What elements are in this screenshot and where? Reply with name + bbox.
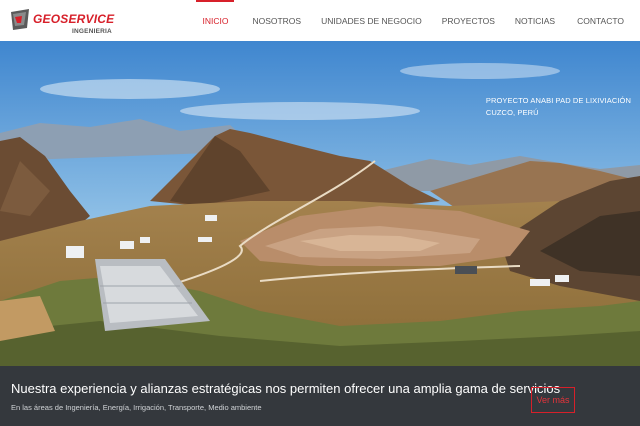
nav-item-noticias[interactable]: NOTICIAS <box>505 0 565 41</box>
nav-item-inicio[interactable]: INICIO <box>188 0 242 41</box>
hero-caption-location: CUZCO, PERÚ <box>485 108 539 117</box>
banner-subtitle: En las áreas de Ingeniería, Energía, Irr… <box>11 403 262 412</box>
nav-item-proyectos[interactable]: PROYECTOS <box>432 0 505 41</box>
brand-name: GEOSERVICE <box>33 12 115 26</box>
hero-caption: PROYECTO ANABI PAD DE LIXIVIACIÓN CUZCO,… <box>486 95 631 119</box>
banner-title: Nuestra experiencia y alianzas estratégi… <box>11 381 561 396</box>
hero-slide: PROYECTO ANABI PAD DE LIXIVIACIÓN CUZCO,… <box>0 41 640 366</box>
brand-subtitle: INGENIERIA <box>72 28 112 35</box>
nav-item-contacto[interactable]: CONTACTO <box>565 0 640 41</box>
nav-item-unidades-de-negocio[interactable]: UNIDADES DE NEGOCIO <box>311 0 432 41</box>
main-nav: INICIO NOSOTROS UNIDADES DE NEGOCIO PROY… <box>188 0 640 41</box>
hero-caption-project: PROYECTO ANABI PAD DE LIXIVIACIÓN <box>485 96 631 105</box>
site-header: GEOSERVICE INGENIERIA INICIO NOSOTROS UN… <box>0 0 640 42</box>
hero-image <box>0 41 640 366</box>
ver-mas-button[interactable]: Ver más <box>531 387 575 413</box>
nav-item-nosotros[interactable]: NOSOTROS <box>242 0 311 41</box>
logo[interactable]: GEOSERVICE INGENIERIA <box>9 7 119 37</box>
geoservice-logo-icon <box>11 9 29 30</box>
